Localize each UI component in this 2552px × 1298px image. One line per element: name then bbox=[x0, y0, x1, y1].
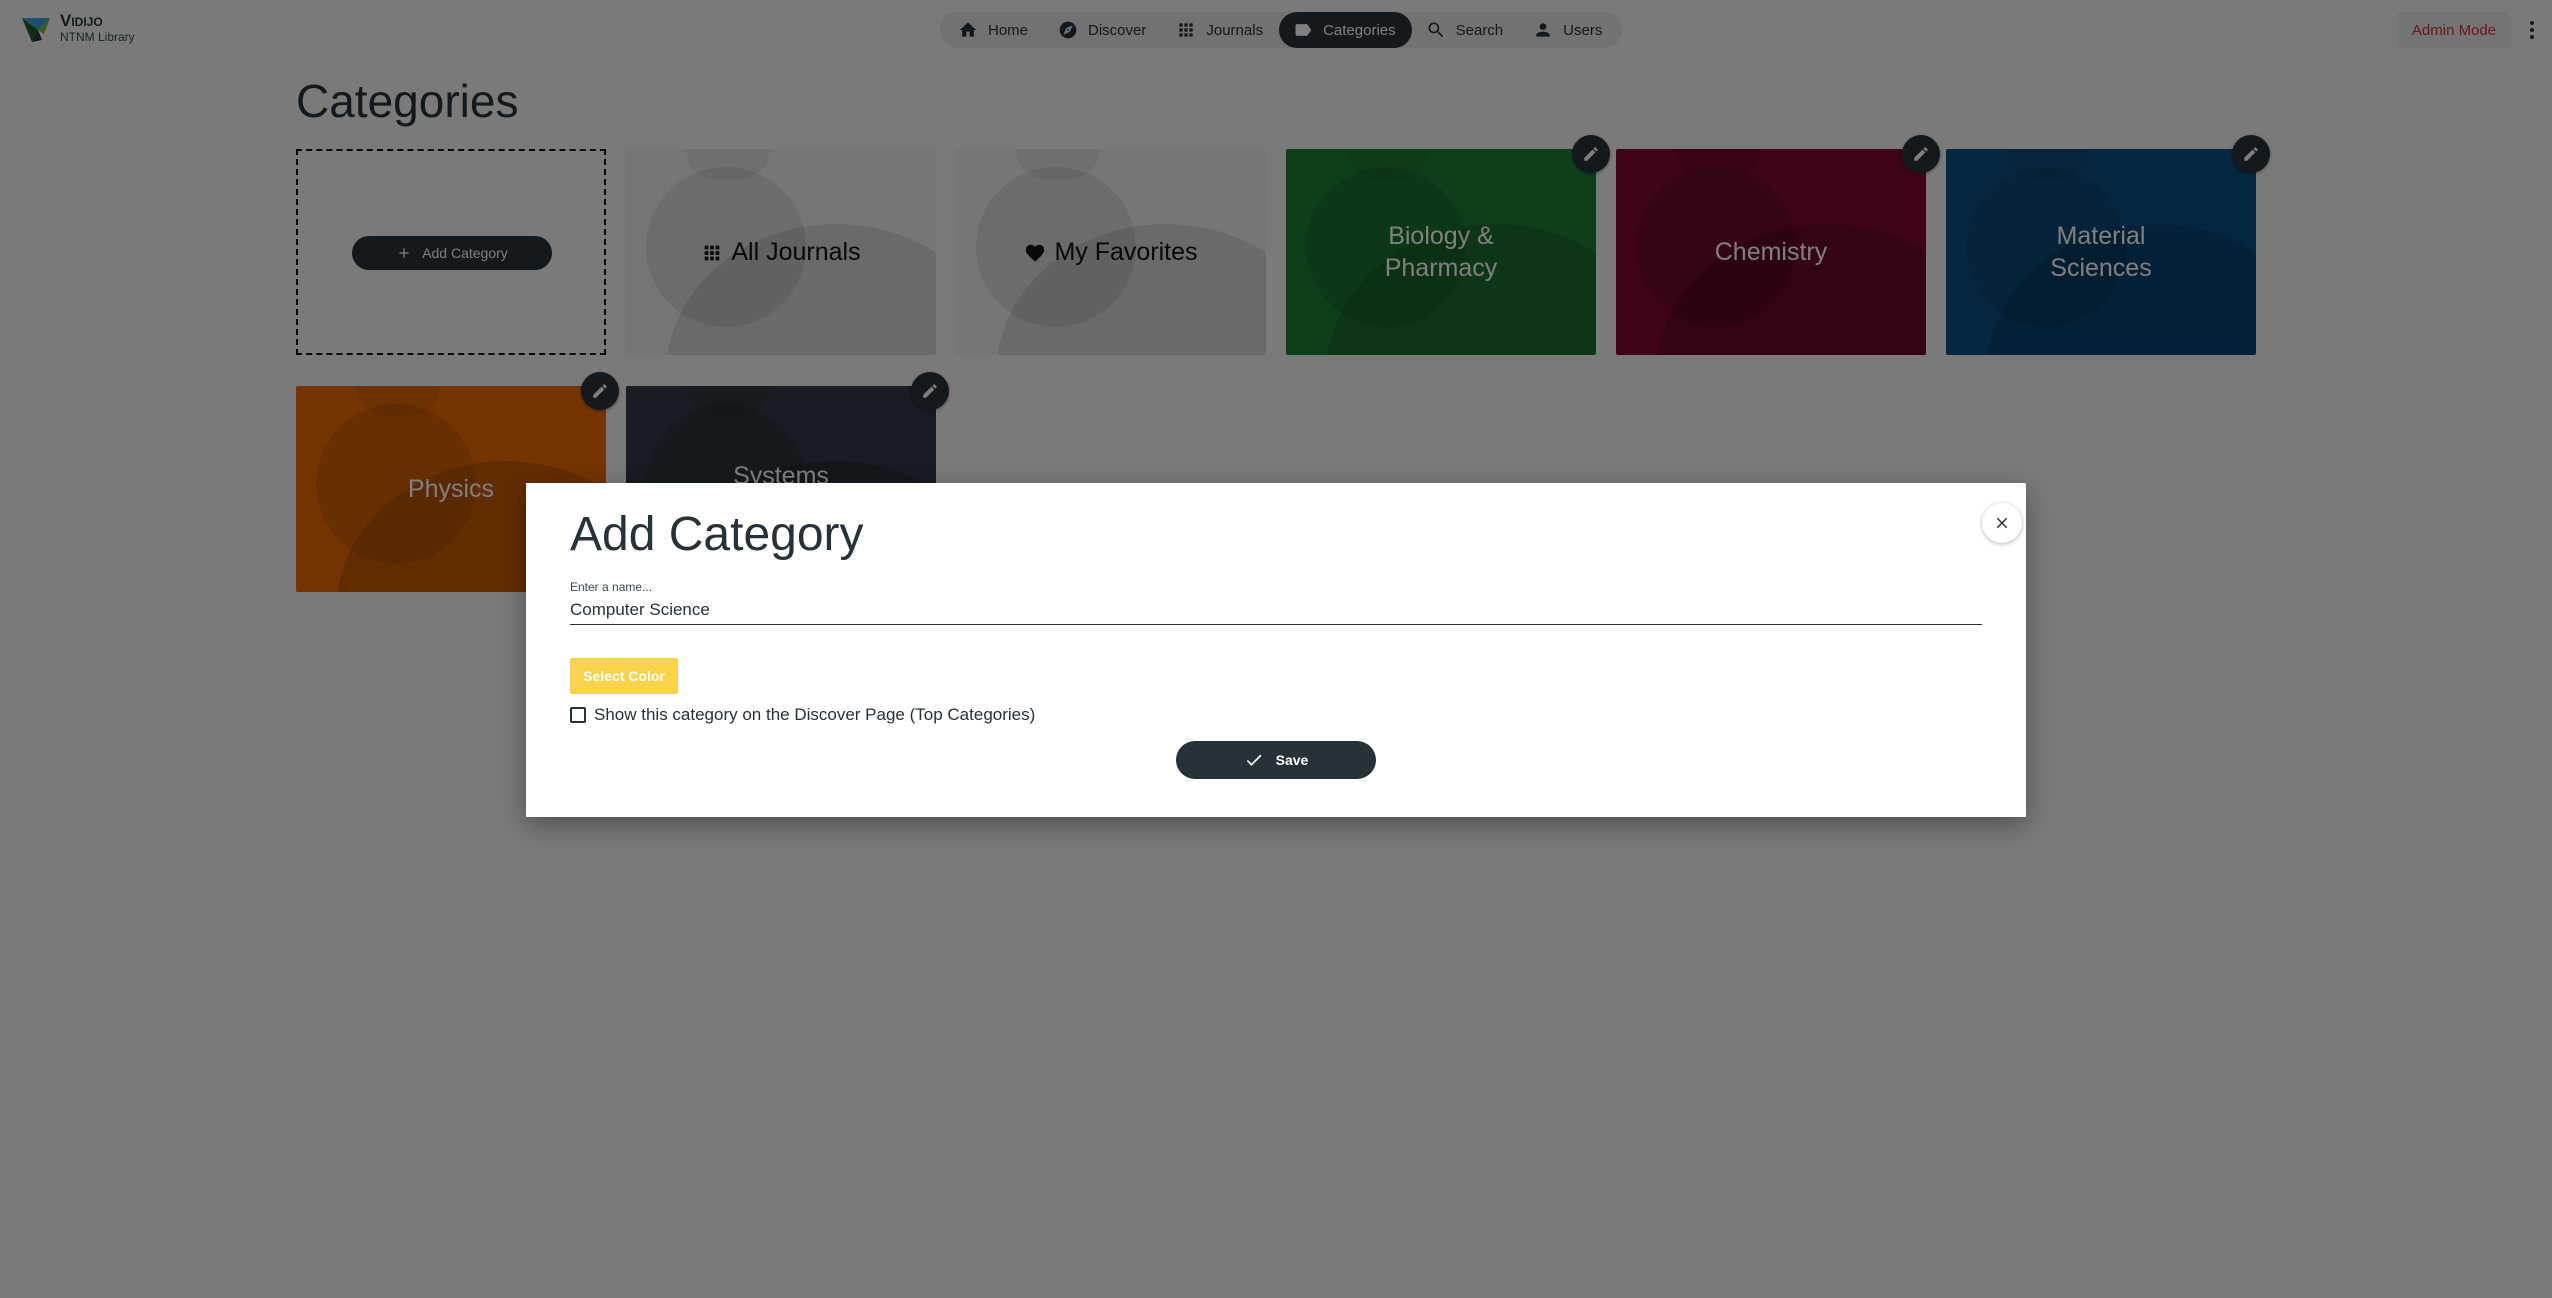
save-label: Save bbox=[1275, 752, 1309, 768]
save-button[interactable]: Save bbox=[1176, 741, 1376, 779]
show-on-discover-label[interactable]: Show this category on the Discover Page … bbox=[594, 705, 1035, 725]
category-name-input[interactable] bbox=[570, 595, 1982, 625]
check-icon bbox=[1246, 754, 1262, 766]
show-on-discover-checkbox[interactable] bbox=[570, 707, 586, 723]
close-icon bbox=[1996, 517, 2008, 529]
close-dialog-button[interactable] bbox=[1982, 503, 2022, 543]
discover-page-option: Show this category on the Discover Page … bbox=[570, 705, 1035, 725]
dialog-title: Add Category bbox=[570, 508, 864, 561]
name-field-label: Enter a name... bbox=[570, 580, 653, 594]
add-category-dialog: Add Category Enter a name... Select Colo… bbox=[526, 483, 2026, 817]
select-color-button[interactable]: Select Color bbox=[570, 658, 678, 694]
